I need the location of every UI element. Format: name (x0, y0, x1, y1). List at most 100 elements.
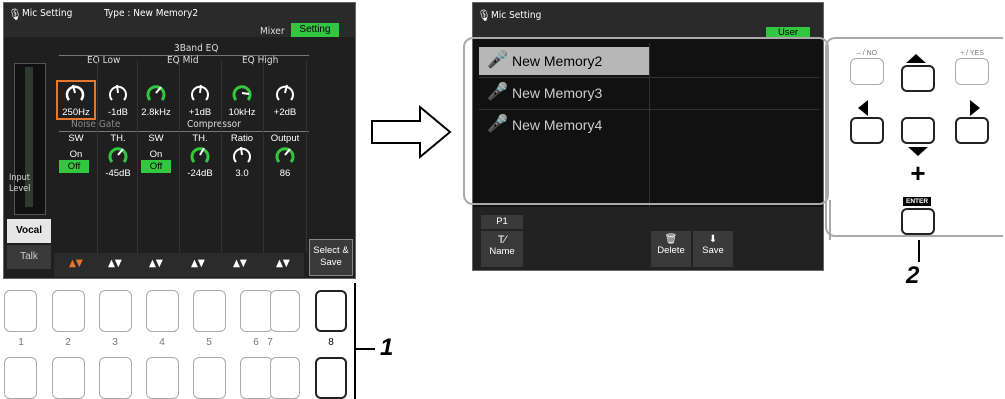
left-title: Mic Setting (22, 8, 73, 19)
callout-line-1 (355, 348, 375, 350)
button-1-top[interactable] (4, 290, 37, 332)
right-arrow-small-icon (970, 100, 980, 116)
highlight-frame (463, 37, 829, 205)
no-button[interactable] (850, 58, 884, 85)
knob-icon[interactable] (231, 144, 253, 166)
page-tab-p1[interactable]: P1 (481, 215, 523, 229)
column-divider (97, 61, 98, 253)
compressor-sw-off[interactable]: Off (141, 160, 171, 173)
no-label: – / NO (856, 50, 878, 57)
button-8-top[interactable] (315, 290, 347, 332)
button-1-bottom[interactable] (4, 357, 37, 399)
callout-line-2 (918, 240, 920, 262)
knob-icon[interactable] (274, 144, 296, 166)
enter-label: ENTER (903, 197, 932, 206)
knob-icon[interactable] (64, 82, 86, 104)
down-button[interactable] (901, 117, 935, 144)
name-button[interactable]: T⁄ Name (481, 231, 523, 267)
param-header: SW (68, 133, 84, 144)
left-button[interactable] (850, 117, 884, 144)
bottom-bar (473, 207, 823, 270)
plus-sign: + (910, 158, 926, 188)
save-icon: ⬇ (708, 234, 718, 245)
button-4-bottom[interactable] (146, 357, 179, 399)
control-panel-link (829, 200, 831, 240)
delete-button[interactable]: 🗑 Delete (651, 231, 691, 267)
yes-button[interactable] (955, 58, 989, 85)
button-8-bottom[interactable] (315, 357, 347, 399)
param-header: SW (148, 133, 164, 144)
param-header: Ratio (230, 133, 254, 144)
eq-value: +2dB (273, 107, 297, 118)
button-5-bottom[interactable] (193, 357, 226, 399)
button-number: 8 (328, 337, 334, 348)
button-2-bottom[interactable] (52, 357, 85, 399)
button-2-top[interactable] (52, 290, 85, 332)
trash-icon: 🗑 (664, 234, 678, 245)
param-header: Output (270, 133, 300, 144)
select-save-button[interactable]: Select & Save (309, 239, 353, 276)
delete-label: Delete (657, 245, 685, 256)
input-level-label: Input Level (9, 173, 31, 194)
yes-label: + / YES (960, 50, 984, 57)
eq-value: +1dB (188, 107, 212, 118)
up-arrow-icon (906, 54, 926, 63)
tab-setting[interactable]: Setting (291, 23, 339, 37)
callout-number-1: 1 (380, 334, 394, 361)
left-screen: 🎙 Mic Setting Type : New Memory2 Mixer S… (3, 2, 356, 279)
right-button[interactable] (955, 117, 989, 144)
eq-value: 10kHz (228, 107, 256, 118)
button-7-top[interactable] (270, 290, 300, 332)
up-down-arrows-icon[interactable]: ▲▼ (108, 258, 122, 269)
knob-icon[interactable] (189, 144, 211, 166)
param-header: TH. (110, 133, 126, 144)
sw-on-label: On (149, 149, 163, 160)
enter-button[interactable] (901, 208, 935, 235)
up-down-arrows-icon[interactable]: ▲▼ (191, 258, 205, 269)
button-7-bottom[interactable] (270, 357, 300, 399)
side-tab-talk[interactable]: Talk (7, 245, 51, 269)
knob-icon[interactable] (189, 82, 211, 104)
button-5-top[interactable] (193, 290, 226, 332)
button-6-bottom[interactable] (240, 357, 273, 399)
knob-icon[interactable] (274, 82, 296, 104)
mic-icon: 🎙 (477, 9, 491, 22)
side-tab-vocal[interactable]: Vocal (7, 219, 51, 243)
knob-icon[interactable] (231, 82, 253, 104)
text-edit-icon: T⁄ (497, 234, 507, 246)
param-value: -45dB (105, 168, 131, 179)
eq-mid-label: EQ Mid (167, 55, 199, 66)
up-down-arrows-icon[interactable]: ▲▼ (69, 258, 83, 269)
column-divider (137, 61, 138, 253)
button-4-top[interactable] (146, 290, 179, 332)
button-number: 2 (65, 337, 71, 348)
sw-on-label: On (69, 149, 83, 160)
param-value: 86 (279, 168, 291, 179)
param-header: TH. (192, 133, 208, 144)
up-button[interactable] (901, 65, 935, 92)
callout-number-2: 2 (906, 262, 920, 289)
save-button[interactable]: ⬇ Save (693, 231, 733, 267)
right-arrow-icon (371, 105, 452, 159)
button-number: 1 (18, 337, 24, 348)
knob-icon[interactable] (145, 82, 167, 104)
arrow-strip (54, 253, 304, 277)
knob-icon[interactable] (107, 82, 129, 104)
mic-icon: 🎙 (8, 8, 22, 21)
button-number: 4 (159, 337, 165, 348)
button-6-top[interactable] (240, 290, 273, 332)
tab-mixer[interactable]: Mixer (260, 26, 285, 37)
up-down-arrows-icon[interactable]: ▲▼ (233, 258, 247, 269)
noise-gate-sw-off[interactable]: Off (59, 160, 89, 173)
up-down-arrows-icon[interactable]: ▲▼ (149, 258, 163, 269)
button-number: 5 (206, 337, 212, 348)
param-value: 3.0 (235, 168, 249, 179)
down-arrow-icon (908, 147, 928, 156)
column-divider (179, 61, 180, 253)
up-down-arrows-icon[interactable]: ▲▼ (276, 258, 290, 269)
button-3-bottom[interactable] (99, 357, 132, 399)
eq-title: 3Band EQ (174, 43, 219, 54)
eq-low-label: EQ Low (87, 55, 121, 66)
button-3-top[interactable] (99, 290, 132, 332)
knob-icon[interactable] (107, 144, 129, 166)
